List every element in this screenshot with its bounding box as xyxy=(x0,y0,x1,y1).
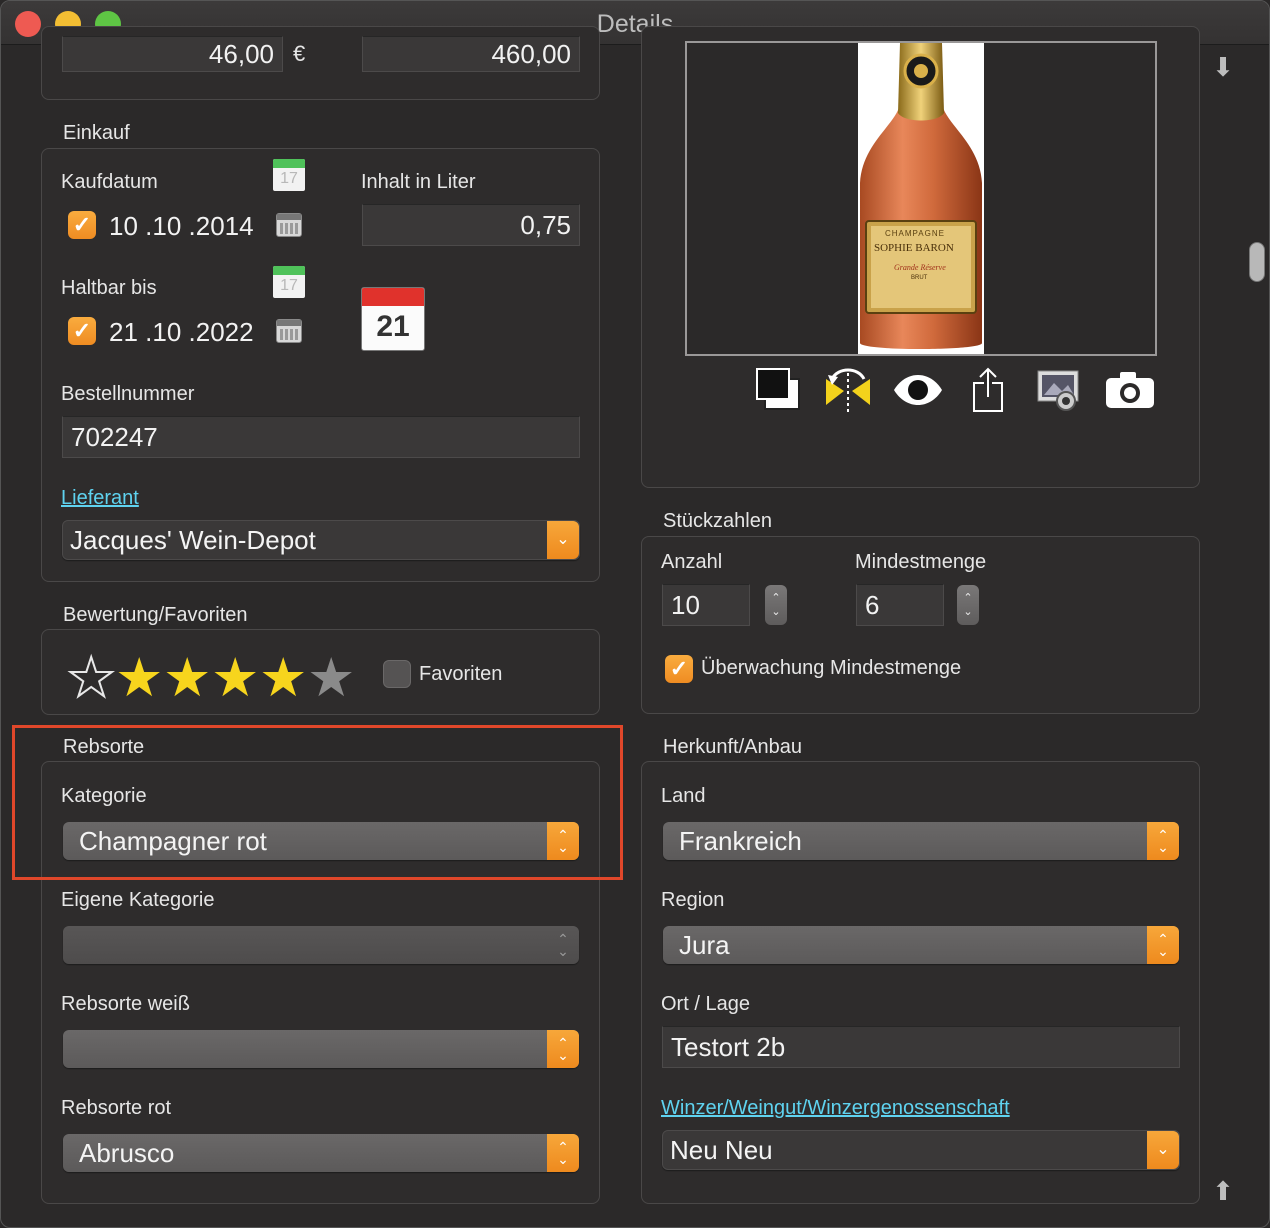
updown-arrows-icon: ⌃ ⌄ xyxy=(1147,926,1179,964)
haltbar-checkbox[interactable]: ✓ xyxy=(68,317,96,345)
land-popup[interactable]: Frankreich ⌃ ⌄ xyxy=(663,822,1179,860)
share-icon[interactable] xyxy=(962,364,1014,416)
favoriten-checkbox[interactable] xyxy=(383,660,411,688)
star-filled-icon[interactable]: ★ xyxy=(211,651,259,705)
lieferant-popup[interactable]: Jacques' Wein-Depot ⌄ xyxy=(62,520,580,560)
star-filled-icon[interactable]: ★ xyxy=(115,651,163,705)
updown-arrows-icon: ⌃ ⌄ xyxy=(557,931,569,959)
date-picker-icon[interactable] xyxy=(276,213,302,237)
einkauf-section-title: Einkauf xyxy=(63,122,130,144)
star-filled-icon[interactable]: ★ xyxy=(163,651,211,705)
bestellnummer-label: Bestellnummer xyxy=(61,383,195,405)
ueberwachung-checkbox[interactable]: ✓ xyxy=(665,655,693,683)
ueberwachung-label: Überwachung Mindestmenge xyxy=(701,657,962,679)
bottle-label-line3: Grande Réserve xyxy=(894,263,946,272)
scroll-down-arrow-icon[interactable]: ⬇ xyxy=(1211,52,1235,82)
scrollbar-thumb[interactable] xyxy=(1249,242,1265,282)
ort-field[interactable]: Testort 2b xyxy=(662,1026,1180,1068)
lieferant-link[interactable]: Lieferant xyxy=(61,487,139,510)
scroll-up-arrow-icon[interactable]: ⬆ xyxy=(1211,1176,1235,1206)
rebsorte-rot-value: Abrusco xyxy=(79,1137,175,1168)
rebsorte-weiss-label: Rebsorte weiß xyxy=(61,993,190,1015)
kaufdatum-checkbox[interactable]: ✓ xyxy=(68,211,96,239)
region-popup[interactable]: Jura ⌃ ⌄ xyxy=(663,926,1179,964)
mindestmenge-stepper[interactable]: ⌃ ⌄ xyxy=(957,585,979,625)
eye-icon[interactable] xyxy=(892,364,944,416)
bewertung-section-title: Bewertung/Favoriten xyxy=(63,604,248,626)
currency-label: € xyxy=(293,41,306,66)
calendar-today-icon[interactable]: 17 xyxy=(273,159,305,191)
updown-arrows-icon: ⌃ ⌄ xyxy=(1147,822,1179,860)
content-area: 46,00 € 460,00 Einkauf Kaufdatum 17 ✓ 10… xyxy=(1,26,1265,1227)
land-value: Frankreich xyxy=(679,825,802,856)
haltbar-value[interactable]: 21 .10 .2022 xyxy=(109,317,254,348)
bottle-label-line4: BRUT xyxy=(911,275,928,281)
highlight-frame xyxy=(12,725,623,880)
rating-clear-star-icon[interactable]: ★ xyxy=(66,650,116,706)
flip-icon[interactable] xyxy=(822,364,874,416)
eigene-kategorie-label: Eigene Kategorie xyxy=(61,889,215,911)
region-value: Jura xyxy=(679,929,730,960)
mindestmenge-field[interactable]: 6 xyxy=(856,584,944,626)
inhalt-label: Inhalt in Liter xyxy=(361,171,476,193)
lieferant-value: Jacques' Wein-Depot xyxy=(70,524,316,555)
price-total-field[interactable]: 460,00 xyxy=(362,36,580,72)
winzer-value: Neu Neu xyxy=(670,1134,773,1165)
herkunft-section-title: Herkunft/Anbau xyxy=(663,736,802,758)
kaufdatum-value[interactable]: 10 .10 .2014 xyxy=(109,211,254,242)
date-picker-icon[interactable] xyxy=(276,319,302,343)
favoriten-label: Favoriten xyxy=(419,663,503,685)
ort-label: Ort / Lage xyxy=(661,993,750,1015)
bestellnummer-field[interactable]: 702247 xyxy=(62,416,580,458)
updown-arrows-icon: ⌃ ⌄ xyxy=(547,1134,579,1172)
haltbar-label: Haltbar bis xyxy=(61,277,157,299)
champagne-bottle-image xyxy=(858,43,984,354)
updown-arrows-icon: ⌃ ⌄ xyxy=(547,1030,579,1068)
rebsorte-rot-label: Rebsorte rot xyxy=(61,1097,172,1119)
wine-image-frame[interactable]: CHAMPAGNE SOPHIE BARON Grande Réserve BR… xyxy=(685,41,1157,356)
anzahl-field[interactable]: 10 xyxy=(662,584,750,626)
calendar-today-icon[interactable]: 17 xyxy=(273,266,305,298)
land-label: Land xyxy=(661,785,706,807)
star-empty-icon[interactable]: ★ xyxy=(307,651,355,705)
rebsorte-rot-popup[interactable]: Abrusco ⌃ ⌄ xyxy=(63,1134,579,1172)
winzer-link[interactable]: Winzer/Weingut/Winzergenossenschaft xyxy=(661,1097,1010,1120)
anzahl-label: Anzahl xyxy=(661,551,723,573)
chevron-down-icon: ⌄ xyxy=(1147,1131,1179,1169)
camera-icon[interactable] xyxy=(1104,364,1156,416)
chevron-down-icon: ⌄ xyxy=(547,521,579,559)
star-filled-icon[interactable]: ★ xyxy=(259,651,307,705)
winzer-popup[interactable]: Neu Neu ⌄ xyxy=(662,1130,1180,1170)
photo-library-icon[interactable] xyxy=(1032,364,1084,416)
inhalt-field[interactable]: 0,75 xyxy=(362,204,580,246)
kaufdatum-label: Kaufdatum xyxy=(61,171,158,193)
stueckzahlen-section-title: Stückzahlen xyxy=(663,510,772,532)
bottle-label-line2: SOPHIE BARON xyxy=(874,242,954,254)
details-window: Details 46,00 € 460,00 Einkauf Kaufdatum… xyxy=(0,0,1270,1228)
calendar-icon[interactable]: 21 xyxy=(361,287,425,351)
eigene-kategorie-popup[interactable]: ⌃ ⌄ xyxy=(63,926,579,964)
rebsorte-weiss-popup[interactable]: ⌃ ⌄ xyxy=(63,1030,579,1068)
bottle-label-line1: CHAMPAGNE xyxy=(885,229,945,238)
anzahl-stepper[interactable]: ⌃ ⌄ xyxy=(765,585,787,625)
mindestmenge-label: Mindestmenge xyxy=(855,551,987,573)
copy-icon[interactable] xyxy=(752,364,804,416)
price-single-field[interactable]: 46,00 xyxy=(62,36,283,72)
region-label: Region xyxy=(661,889,725,911)
